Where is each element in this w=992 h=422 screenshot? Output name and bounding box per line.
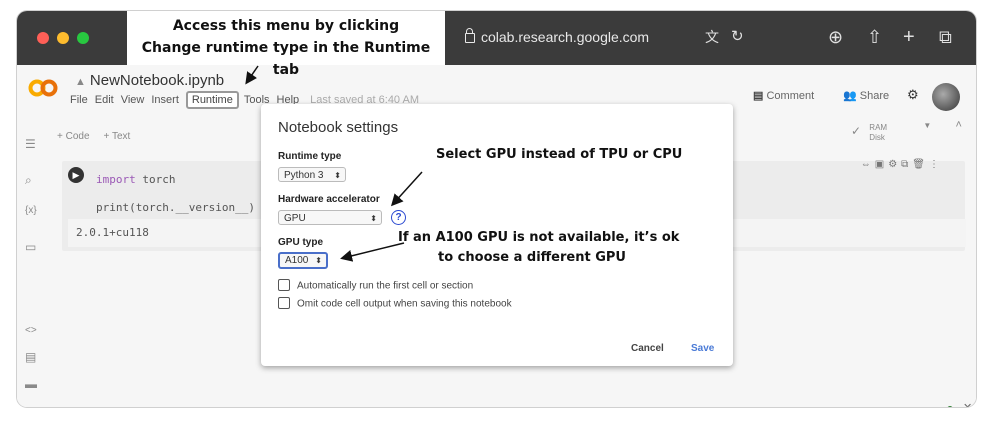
hardware-accelerator-select[interactable]: GPU ⬍: [278, 210, 382, 225]
new-tab-icon[interactable]: +: [903, 25, 915, 49]
command-palette-icon[interactable]: ▤: [25, 350, 36, 364]
tabs-icon[interactable]: ⧉: [939, 25, 952, 49]
hardware-accelerator-value: GPU: [284, 213, 306, 224]
auto-run-label: Automatically run the first cell or sect…: [297, 280, 474, 292]
code-line-2: print(torch.__version__): [96, 201, 255, 214]
menu-runtime[interactable]: Runtime: [185, 91, 239, 109]
url-text: colab.research.google.com: [481, 29, 650, 45]
run-cell-button[interactable]: ▶: [68, 167, 84, 183]
menu-icon[interactable]: ☰: [25, 137, 36, 151]
colab-logo-icon: [28, 79, 58, 97]
checkmark-icon: ✓: [851, 124, 862, 138]
menu-view[interactable]: View: [121, 94, 145, 106]
folder-icon[interactable]: ▭: [25, 240, 36, 254]
omit-output-checkbox-row[interactable]: Omit code cell output when saving this n…: [278, 297, 512, 311]
add-code-button[interactable]: + Code: [57, 131, 90, 142]
auto-run-checkbox[interactable]: [278, 279, 290, 291]
address-bar[interactable]: colab.research.google.com: [465, 27, 665, 47]
share-button[interactable]: 👥 Share: [843, 89, 889, 102]
dialog-title: Notebook settings: [278, 119, 399, 136]
variables-icon[interactable]: {x}: [25, 205, 37, 216]
runtime-type-select[interactable]: Python 3 ⬍: [278, 167, 346, 182]
code-text: torch: [135, 173, 176, 186]
resource-monitor[interactable]: ✓ RAM Disk ▼ ˄: [851, 120, 962, 143]
connection-status-dot: [947, 406, 953, 407]
menu-hint-line1: Access this menu by clicking: [172, 18, 400, 34]
drive-icon: ▲: [75, 76, 86, 88]
gpu-type-label: GPU type: [278, 237, 324, 248]
share-icon[interactable]: ⇧: [867, 25, 882, 49]
cell-actions[interactable]: ⇔▣⚙⧉🗑⋮: [861, 159, 943, 170]
cancel-button[interactable]: Cancel: [631, 343, 664, 354]
a100-hint-text: If an A100 GPU is not available, it’s ok…: [398, 228, 680, 268]
avatar[interactable]: [932, 83, 960, 111]
comment-icon: ▤: [753, 90, 764, 102]
close-status-icon[interactable]: ✕: [963, 401, 972, 407]
minimize-window-button[interactable]: [57, 32, 69, 44]
menu-insert[interactable]: Insert: [151, 94, 179, 106]
gpu-hint-text: Select GPU instead of TPU or CPU: [436, 147, 683, 162]
menu-hint-callout: Access this menu by clicking Change runt…: [127, 11, 445, 78]
translate-icon[interactable]: 文: [705, 25, 719, 49]
save-button[interactable]: Save: [691, 343, 714, 354]
gpu-type-select[interactable]: A100 ⬍: [278, 252, 328, 269]
disk-label: Disk: [869, 133, 885, 142]
a100-hint-line1: If an A100 GPU is not available, it’s ok: [398, 230, 680, 245]
ram-label: RAM: [869, 123, 888, 132]
settings-gear-icon[interactable]: ⚙: [907, 87, 919, 103]
lock-icon: [465, 28, 475, 43]
runtime-type-label: Runtime type: [278, 151, 342, 162]
runtime-type-value: Python 3: [284, 170, 324, 181]
terminal-icon[interactable]: ▬: [25, 377, 37, 391]
gpu-type-value: A100: [285, 255, 309, 266]
maximize-window-button[interactable]: [77, 32, 89, 44]
select-arrows-icon: ⬍: [370, 214, 377, 223]
chevron-down-icon: ▼: [923, 121, 932, 130]
chevron-up-icon[interactable]: ˄: [955, 119, 961, 131]
search-icon[interactable]: ⌕: [25, 173, 32, 188]
hardware-accelerator-label: Hardware accelerator: [278, 194, 380, 205]
menu-edit[interactable]: Edit: [95, 94, 114, 106]
add-text-button[interactable]: + Text: [104, 131, 131, 142]
select-arrows-icon: ⬍: [334, 171, 341, 180]
omit-output-label: Omit code cell output when saving this n…: [297, 298, 512, 310]
a100-hint-line2: to choose a different GPU: [438, 250, 626, 265]
download-icon[interactable]: ⊕: [828, 25, 843, 49]
code-line-1: import torch: [96, 173, 176, 186]
menu-file[interactable]: File: [70, 94, 88, 106]
code-snippets-icon[interactable]: <>: [25, 325, 37, 336]
cell-toolbar: + Code + Text: [57, 131, 144, 142]
close-window-button[interactable]: [37, 32, 49, 44]
people-icon: 👥: [843, 90, 857, 102]
auto-run-checkbox-row[interactable]: Automatically run the first cell or sect…: [278, 279, 474, 293]
help-icon[interactable]: ?: [391, 210, 406, 225]
menu-hint-line2: Change runtime type in the Runtime tab: [141, 40, 431, 78]
share-label: Share: [859, 90, 890, 102]
code-keyword: import: [96, 173, 136, 186]
comment-button[interactable]: ▤ Comment: [753, 89, 814, 102]
omit-output-checkbox[interactable]: [278, 297, 290, 309]
select-arrows-icon: ⬍: [315, 256, 322, 265]
comment-label: Comment: [766, 90, 815, 102]
reload-icon[interactable]: ↻: [731, 25, 744, 49]
